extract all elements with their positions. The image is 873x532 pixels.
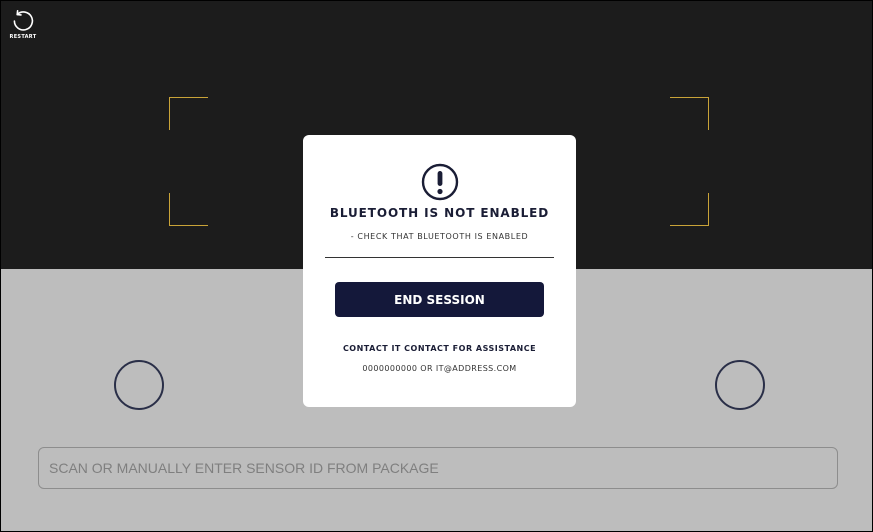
restart-icon (9, 9, 37, 33)
dialog-title: BLUETOOTH IS NOT ENABLED (329, 206, 550, 220)
exclamation-circle-icon (420, 162, 460, 207)
dialog-divider (325, 257, 554, 258)
sensor-id-input[interactable] (38, 447, 838, 489)
contact-info: 0000000000 OR IT@ADDRESS.COM (362, 364, 517, 373)
restart-label: RESTART (9, 34, 37, 40)
scan-frame-corner-bottom-right (670, 193, 709, 226)
app-frame: RESTART BLUETOOTH IS NOT ENABLED - CHECK… (0, 0, 873, 532)
left-circle-indicator (114, 360, 164, 410)
scan-frame-corner-top-left (169, 97, 208, 130)
dialog-subtitle: - CHECK THAT BLUETOOTH IS ENABLED (350, 232, 529, 241)
restart-button[interactable]: RESTART (9, 9, 37, 40)
scan-frame-corner-bottom-left (169, 193, 208, 226)
bluetooth-error-dialog: BLUETOOTH IS NOT ENABLED - CHECK THAT BL… (303, 135, 576, 407)
right-circle-indicator (715, 360, 765, 410)
contact-heading: CONTACT IT CONTACT FOR ASSISTANCE (342, 344, 537, 353)
end-session-button[interactable]: END SESSION (335, 282, 544, 317)
scan-frame-corner-top-right (670, 97, 709, 130)
